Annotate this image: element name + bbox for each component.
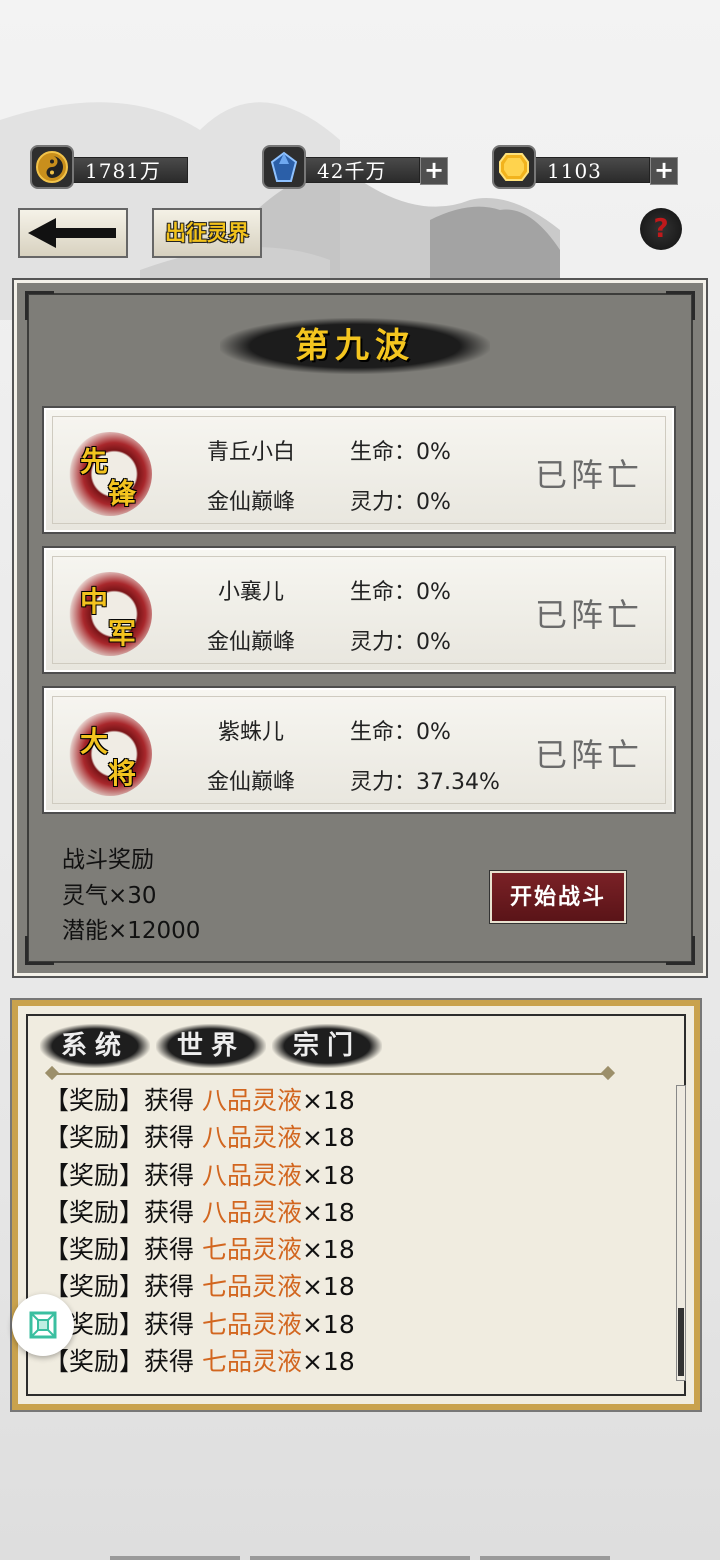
enemy-rank: 金仙巅峰 bbox=[206, 490, 295, 515]
enemy-card-center: 中军 小襄儿 金仙巅峰 生命：0% 灵力：0% 已阵亡 bbox=[42, 546, 676, 674]
spirit-stone-resource: 42千万 + bbox=[262, 145, 450, 191]
spirit-stone-amount: 42千万 bbox=[286, 157, 420, 183]
scrollbar-thumb[interactable] bbox=[678, 1308, 684, 1376]
divider bbox=[52, 1073, 608, 1075]
enemy-name: 青丘小白 bbox=[206, 440, 295, 465]
reward-line: 灵气×30 bbox=[62, 883, 157, 909]
enemy-name: 紫蛛儿 bbox=[217, 720, 284, 745]
back-button[interactable] bbox=[18, 208, 128, 258]
log-entry: 【奖励】获得 八品灵液×18 bbox=[44, 1086, 355, 1115]
bottom-divider bbox=[110, 1556, 240, 1560]
log-entry: 【奖励】获得 八品灵液×18 bbox=[44, 1123, 355, 1153]
log-entry: 【奖励】获得 七品灵液×18 bbox=[44, 1347, 355, 1377]
reward-line: 潜能×12000 bbox=[62, 918, 201, 944]
enemy-rank: 金仙巅峰 bbox=[206, 630, 295, 655]
log-scrollbar[interactable] bbox=[676, 1085, 686, 1381]
vanguard-seal-icon: 先锋 bbox=[68, 432, 152, 516]
expedition-button[interactable]: 出征灵界 bbox=[152, 208, 262, 258]
log-entry: 【奖励】获得 七品灵液×18 bbox=[44, 1309, 355, 1339]
enemy-status: 已阵亡 bbox=[534, 736, 643, 774]
enemy-mp: 灵力：37.34% bbox=[350, 770, 500, 795]
enemy-card-vanguard: 先锋 青丘小白 金仙巅峰 生命：0% 灵力：0% 已阵亡 bbox=[42, 406, 676, 534]
help-button[interactable]: ? bbox=[640, 208, 682, 250]
enemy-status: 已阵亡 bbox=[534, 456, 643, 494]
enemy-hp: 生命：0% bbox=[350, 440, 451, 465]
rewards-title: 战斗奖励 bbox=[62, 847, 154, 873]
back-arrow-icon bbox=[28, 218, 116, 248]
cube-icon bbox=[29, 1311, 57, 1339]
tab-world[interactable]: 世界 bbox=[156, 1024, 266, 1068]
gold-gem-icon bbox=[492, 145, 536, 189]
center-army-seal-icon: 中军 bbox=[68, 572, 152, 656]
add-gold-button[interactable]: + bbox=[650, 157, 678, 185]
copper-resource: 1781万 bbox=[30, 145, 192, 191]
bottom-divider bbox=[250, 1556, 470, 1560]
enemy-card-general: 大将 紫蛛儿 金仙巅峰 生命：0% 灵力：37.34% 已阵亡 bbox=[42, 686, 676, 814]
start-battle-button[interactable]: 开始战斗 bbox=[489, 870, 627, 924]
tab-system[interactable]: 系统 bbox=[40, 1024, 150, 1068]
add-spirit-stone-button[interactable]: + bbox=[420, 157, 448, 185]
copper-amount: 1781万 bbox=[54, 157, 188, 183]
enemy-name: 小襄儿 bbox=[217, 580, 284, 605]
wave-title: 第九波 bbox=[220, 318, 490, 374]
log-entry: 【奖励】获得 八品灵液×18 bbox=[44, 1197, 355, 1227]
log-entry: 【奖励】获得 八品灵液×18 bbox=[44, 1160, 355, 1190]
enemy-mp: 灵力：0% bbox=[350, 490, 451, 515]
enemy-status: 已阵亡 bbox=[534, 596, 643, 634]
enemy-rank: 金仙巅峰 bbox=[206, 770, 295, 795]
blue-crystal-icon bbox=[262, 145, 306, 189]
enemy-mp: 灵力：0% bbox=[350, 630, 451, 655]
enemy-hp: 生命：0% bbox=[350, 580, 451, 605]
log-entry: 【奖励】获得 七品灵液×18 bbox=[44, 1272, 355, 1302]
general-seal-icon: 大将 bbox=[68, 712, 152, 796]
taiji-coin-icon bbox=[30, 145, 74, 189]
log-entry: 【奖励】获得 七品灵液×18 bbox=[44, 1235, 355, 1265]
log-list: 【奖励】获得 八品灵液×18 【奖励】获得 八品灵液×18 【奖励】获得 八品灵… bbox=[44, 1082, 644, 1380]
floating-cube-button[interactable] bbox=[12, 1294, 74, 1356]
gold-resource: 1103 + bbox=[492, 145, 680, 191]
bottom-divider bbox=[480, 1556, 610, 1560]
enemy-hp: 生命：0% bbox=[350, 720, 451, 745]
tab-sect[interactable]: 宗门 bbox=[272, 1024, 382, 1068]
gold-amount: 1103 bbox=[516, 157, 650, 183]
